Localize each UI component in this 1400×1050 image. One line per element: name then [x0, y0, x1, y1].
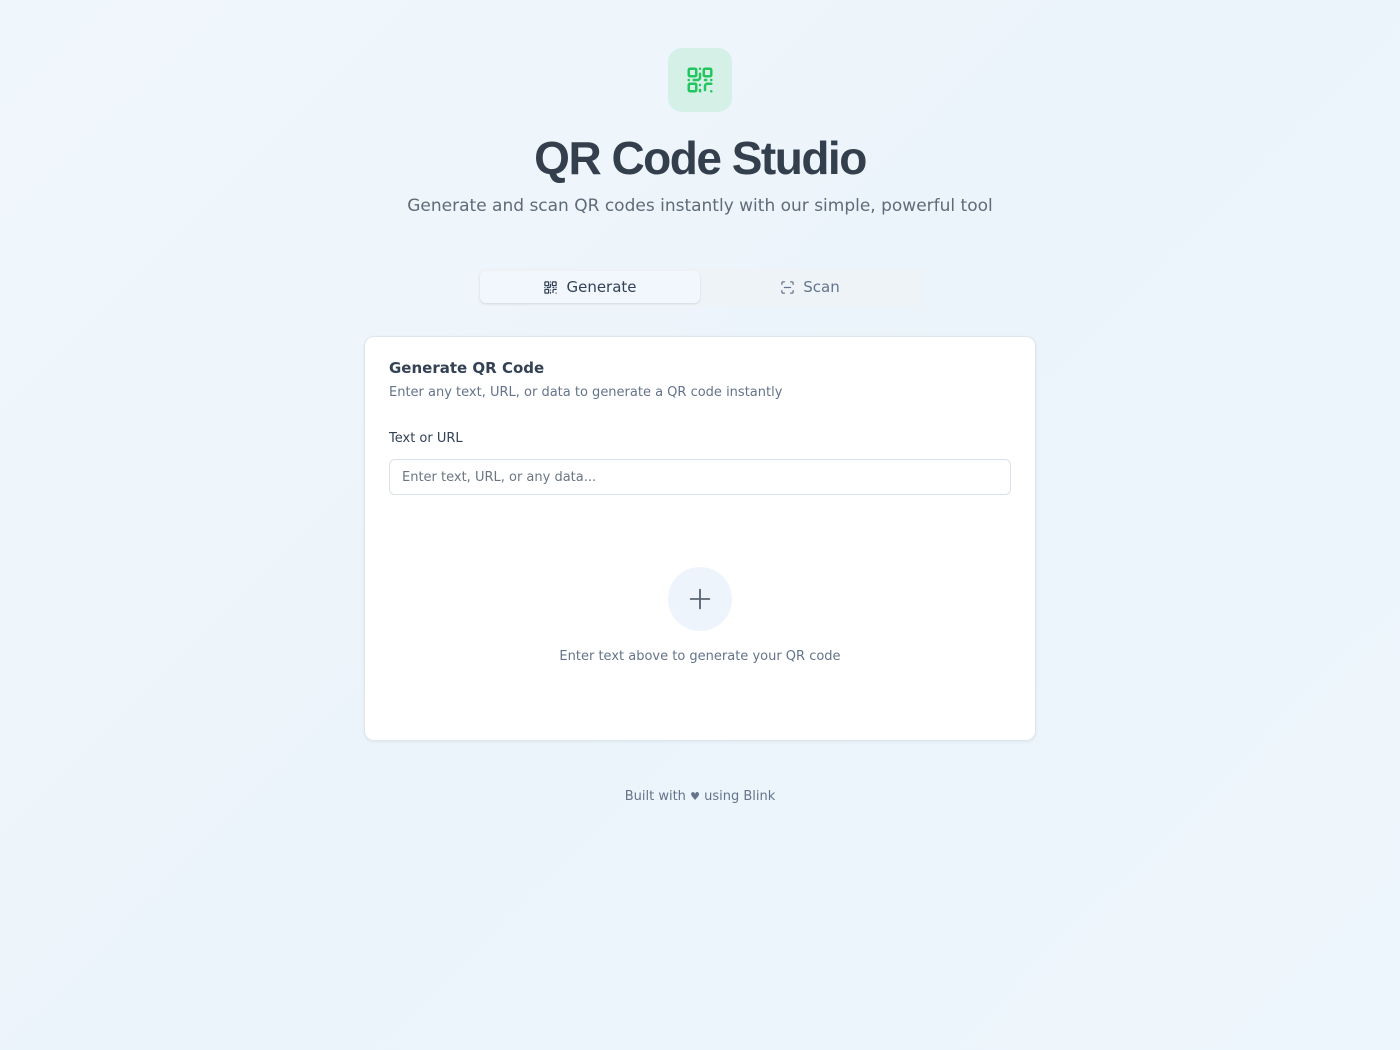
- empty-state-badge: [668, 567, 732, 631]
- qr-code-icon: [687, 67, 713, 93]
- plus-icon: [689, 588, 711, 610]
- page-subtitle: Generate and scan QR codes instantly wit…: [407, 196, 993, 216]
- page: QR Code Studio Generate and scan QR code…: [0, 0, 1400, 1050]
- tab-generate[interactable]: Generate: [480, 271, 700, 303]
- tab-scan-label: Scan: [803, 278, 840, 296]
- footer: Built with ♥ using Blink: [0, 789, 1400, 804]
- text-input[interactable]: [389, 459, 1011, 495]
- text-input-label: Text or URL: [389, 431, 463, 446]
- generate-card: Generate QR Code Enter any text, URL, or…: [364, 336, 1036, 741]
- page-title: QR Code Studio: [534, 132, 867, 184]
- card-description: Enter any text, URL, or data to generate…: [389, 385, 783, 400]
- scan-icon: [781, 280, 795, 294]
- tab-scan[interactable]: Scan: [700, 271, 920, 303]
- heart-icon: ♥: [690, 790, 700, 803]
- footer-prefix: Built with: [624, 789, 686, 804]
- card-title: Generate QR Code: [389, 359, 545, 377]
- footer-suffix: using Blink: [704, 789, 776, 804]
- qr-code-icon: [544, 280, 558, 294]
- app-logo: [668, 48, 732, 112]
- tab-generate-label: Generate: [566, 278, 637, 296]
- empty-state-message: Enter text above to generate your QR cod…: [559, 649, 841, 664]
- mode-tabs: Generate Scan: [477, 268, 923, 306]
